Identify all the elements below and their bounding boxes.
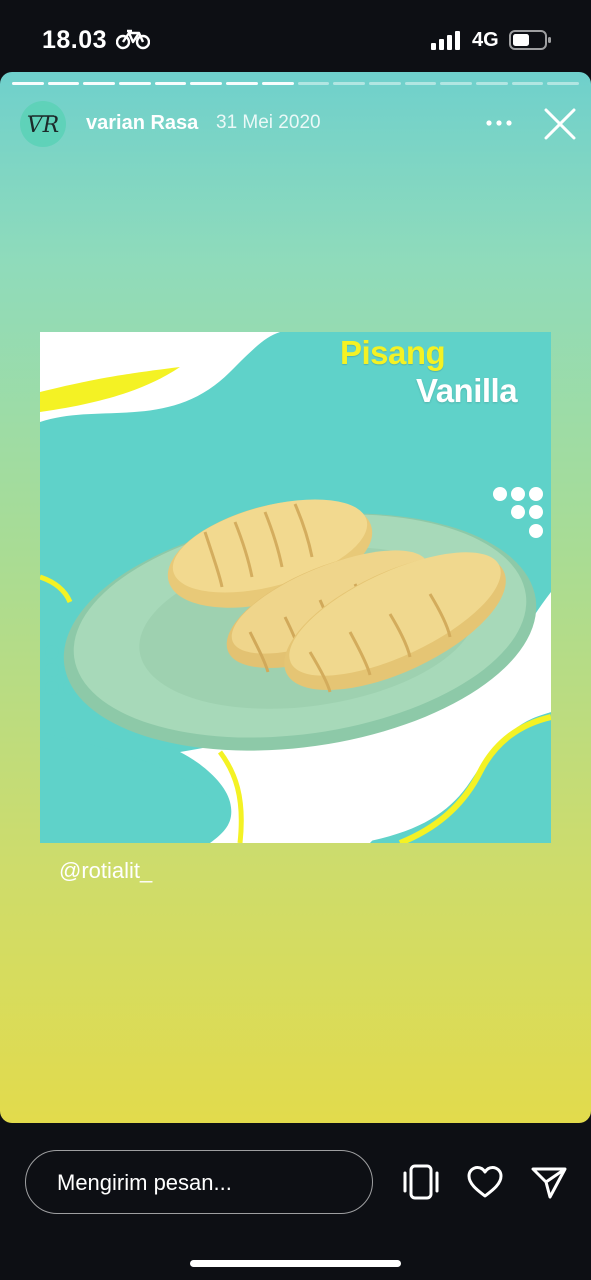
- heart-icon[interactable]: [466, 1165, 504, 1199]
- progress-segment: [333, 82, 365, 85]
- story-date: 31 Mei 2020: [216, 112, 321, 133]
- post-title-line2: Vanilla: [416, 372, 518, 409]
- profile-logo-icon: VR: [24, 105, 62, 143]
- progress-segment: [547, 82, 579, 85]
- progress-segment: [47, 82, 80, 85]
- story-viewer[interactable]: VR varian Rasa 31 Mei 2020 Pisang Vanill…: [0, 72, 591, 1123]
- progress-segment: [83, 82, 116, 85]
- progress-segment: [226, 82, 258, 85]
- message-input[interactable]: Mengirim pesan...: [25, 1150, 373, 1214]
- bike-icon: [116, 29, 150, 50]
- avatar[interactable]: VR: [20, 101, 66, 147]
- battery-icon: [509, 30, 551, 50]
- home-indicator[interactable]: [190, 1260, 401, 1267]
- story-username[interactable]: varian Rasa: [86, 112, 198, 135]
- progress-segment: [404, 82, 437, 85]
- story-progress-bar: [12, 82, 579, 86]
- message-placeholder: Mengirim pesan...: [57, 1170, 232, 1195]
- post-title-line1: Pisang: [340, 334, 446, 371]
- progress-segment: [119, 82, 151, 85]
- progress-segment: [297, 82, 330, 85]
- send-icon[interactable]: [531, 1166, 567, 1200]
- mention-sticker[interactable]: @rotialit_: [59, 858, 152, 884]
- network-type: 4G: [472, 29, 499, 51]
- progress-segment: [511, 82, 544, 85]
- progress-segment: [440, 82, 472, 85]
- signal-icon: [431, 31, 460, 50]
- progress-segment: [261, 82, 294, 85]
- status-time: 18.03: [42, 26, 108, 54]
- progress-segment: [12, 82, 44, 85]
- status-bar: 18.03 4G: [0, 0, 591, 72]
- phone-icon[interactable]: [402, 1164, 440, 1200]
- story-post-image: Pisang Vanilla: [40, 332, 551, 843]
- progress-segment: [475, 82, 508, 85]
- progress-segment: [368, 82, 401, 85]
- progress-segment: [154, 82, 187, 85]
- more-options-icon[interactable]: [486, 120, 512, 126]
- close-icon[interactable]: [543, 107, 577, 141]
- progress-segment: [190, 82, 223, 85]
